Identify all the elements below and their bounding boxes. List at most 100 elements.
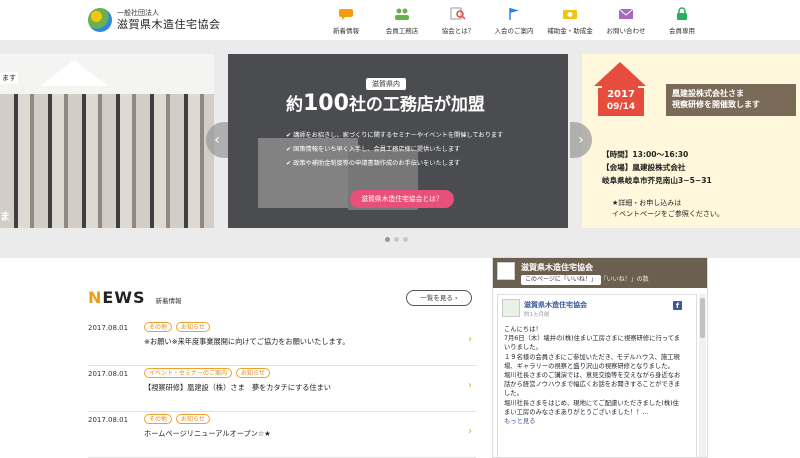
news-tag[interactable]: イベント・セミナーのご案内 xyxy=(144,368,233,378)
news-tags: その他 お知らせ xyxy=(144,414,214,424)
flag-icon xyxy=(486,6,542,20)
nav-member-only[interactable]: 会員専用 xyxy=(654,6,710,35)
facebook-like-button[interactable]: このページに「いいね！」 xyxy=(521,275,601,285)
news-item[interactable]: 2017.08.01 その他 お知らせ ホームページリニューアルオープン☆★ › xyxy=(88,412,476,458)
slider-dot-3[interactable] xyxy=(403,237,408,242)
news-tag[interactable]: お知らせ xyxy=(176,322,210,332)
news-section: N EWS 新着情報 一覧を見る › 2017.08.01 その他 お知らせ ※お… xyxy=(88,288,476,458)
chevron-right-icon: › xyxy=(468,334,472,345)
news-heading-first: N xyxy=(88,288,103,307)
nav-about[interactable]: 協会とは？ xyxy=(430,6,486,35)
event-address: 岐阜県岐阜市芥見南山3−5−31 xyxy=(602,176,712,185)
slide-headline-number: 100 xyxy=(303,91,349,116)
event-title-line1: 凰建設株式会社さま xyxy=(672,89,744,98)
news-subtitle: 新着情報 xyxy=(155,297,182,305)
slide-headline: 約100社の工務店が加盟 xyxy=(286,90,485,116)
news-date: 2017.08.01 xyxy=(88,416,129,424)
slider-pagination xyxy=(385,237,412,242)
people-icon xyxy=(374,6,430,20)
money-icon xyxy=(542,6,598,20)
facebook-page-name[interactable]: 滋賀県木造住宅協会 xyxy=(521,262,593,273)
facebook-cover: 滋賀県木造住宅協会 このページに「いいね！」 23「いいね！」の数 xyxy=(493,258,707,288)
nav-member-only-label: 会員専用 xyxy=(669,27,695,35)
nav-news-label: 新着情報 xyxy=(333,27,359,35)
news-text[interactable]: ※お願い※来年度事業展開に向けてご協力をお願いいたします。 xyxy=(144,337,349,347)
facebook-post-line: 7月6日（木）壊井の(株)住まい工房さまに視察研修に行ってまいりました。 xyxy=(504,335,681,352)
news-item[interactable]: 2017.08.01 その他 お知らせ ※お願い※来年度事業展開に向けてご協力を… xyxy=(88,320,476,366)
slide-left-caption: ます xyxy=(0,72,18,84)
site-header: 一般社団法人 滋賀県木造住宅協会 新着情報 会員工務店 協会とは？ 入会のご案内… xyxy=(0,0,800,40)
facebook-post-line: 堀川社長さまのご講演では、意見交換等を交えながら身近なお話から経営ノウハウまで幅… xyxy=(504,372,681,398)
facebook-scrollbar[interactable] xyxy=(699,294,706,457)
nav-contact-label: お問い合わせ xyxy=(606,27,646,35)
slide-group-photo[interactable]: ます ま xyxy=(0,54,214,228)
mail-icon xyxy=(598,6,654,20)
event-date-badge: 2017 09/14 xyxy=(598,88,644,116)
facebook-widget: 滋賀県木造住宅協会 このページに「いいね！」 23「いいね！」の数 滋賀県木造住… xyxy=(492,257,708,458)
nav-contact[interactable]: お問い合わせ xyxy=(598,6,654,35)
logo-text: 一般社団法人 滋賀県木造住宅協会 xyxy=(117,9,221,31)
megaphone-icon xyxy=(318,6,374,20)
news-tag[interactable]: お知らせ xyxy=(236,368,270,378)
about-association-button[interactable]: 滋賀県木造住宅協会とは？ xyxy=(350,190,454,208)
nav-about-label: 協会とは？ xyxy=(441,27,475,35)
event-year: 2017 xyxy=(607,89,635,100)
news-more-button[interactable]: 一覧を見る › xyxy=(406,290,472,306)
event-info: 【時間】13:00～16:30 【会場】凰建設株式会社 岐阜県岐阜市芥見南山3−… xyxy=(602,148,712,187)
news-date: 2017.08.01 xyxy=(88,324,129,332)
news-tag[interactable]: その他 xyxy=(144,414,173,424)
logo-org-name: 滋賀県木造住宅協会 xyxy=(117,18,221,31)
facebook-post-author[interactable]: 滋賀県木造住宅協会 xyxy=(524,300,587,310)
nav-join[interactable]: 入会のご案内 xyxy=(486,6,542,35)
news-text[interactable]: 【視察研修】凰建設（株）さま 夢をカタチにする住まい xyxy=(144,383,331,393)
slide-photo-people xyxy=(0,94,214,228)
news-tag[interactable]: その他 xyxy=(144,322,173,332)
event-note-line2: イベントページをご参照ください。 xyxy=(612,210,724,218)
event-note-line1: ★詳細・お申し込みは xyxy=(612,199,682,207)
nav-subsidy[interactable]: 補助金・助成金 xyxy=(542,6,598,35)
event-date: 09/14 xyxy=(606,102,636,112)
slide-bullet: 国策情報をいち早く入手し、会員工務店様に提供いたします xyxy=(286,143,503,157)
slider-dot-1[interactable] xyxy=(385,237,390,242)
facebook-like-count: 23「いいね！」の数 xyxy=(593,276,649,283)
slide-headline-post: 社の工務店が加盟 xyxy=(348,95,485,115)
event-time: 【時間】13:00～16:30 xyxy=(602,150,689,159)
facebook-page-thumb[interactable] xyxy=(497,262,515,280)
nav-members-label: 会員工務店 xyxy=(385,27,419,35)
nav-news[interactable]: 新着情報 xyxy=(318,6,374,35)
news-tags: その他 お知らせ xyxy=(144,322,214,332)
news-heading-rest: EWS xyxy=(102,288,146,307)
event-title-box: 凰建設株式会社さま 視察研修を開催致します xyxy=(666,84,796,116)
news-text[interactable]: ホームページリニューアルオープン☆★ xyxy=(144,429,271,439)
chevron-right-icon: › xyxy=(468,380,472,391)
slider-dot-2[interactable] xyxy=(394,237,399,242)
nav-subsidy-label: 補助金・助成金 xyxy=(547,27,593,35)
facebook-scrollbar-thumb[interactable] xyxy=(700,298,705,338)
news-item[interactable]: 2017.08.01 イベント・セミナーのご案内 お知らせ 【視察研修】凰建設（… xyxy=(88,366,476,412)
nav-join-label: 入会のご案内 xyxy=(494,27,534,35)
facebook-see-more-link[interactable]: もっと見る xyxy=(504,417,684,426)
slide-event[interactable]: 2017 09/14 凰建設株式会社さま 視察研修を開催致します 【時間】13:… xyxy=(582,54,800,228)
logo-mark-icon xyxy=(88,8,112,32)
magnifier-icon xyxy=(430,6,486,20)
slide-bullet: 講師をお招きし、家づくりに関するセミナーやイベントを開催しております xyxy=(286,129,503,143)
slide-bullet: 政策や補助金制度等の申請書類作成のお手伝いをいたします xyxy=(286,157,503,171)
news-list: 2017.08.01 その他 お知らせ ※お願い※来年度事業展開に向けてご協力を… xyxy=(88,320,476,458)
event-venue: 【会場】凰建設株式会社 xyxy=(602,163,686,172)
slide-bullet-list: 講師をお招きし、家づくりに関するセミナーやイベントを開催しております 国策情報を… xyxy=(286,129,503,171)
facebook-post-avatar[interactable] xyxy=(502,299,520,317)
logo-org-type: 一般社団法人 xyxy=(117,9,159,17)
site-logo[interactable]: 一般社団法人 滋賀県木造住宅協会 xyxy=(88,8,221,32)
facebook-post-time[interactable]: 約1ヵ月前 xyxy=(524,310,550,318)
slide-headline-pre: 約 xyxy=(286,95,303,115)
lock-icon xyxy=(654,6,710,20)
chevron-right-icon: › xyxy=(468,426,472,437)
slide-region-badge: 滋賀県内 xyxy=(366,78,406,90)
nav-members[interactable]: 会員工務店 xyxy=(374,6,430,35)
slide-main[interactable]: 滋賀県内 約100社の工務店が加盟 講師をお招きし、家づくりに関するセミナーやイ… xyxy=(228,54,568,228)
facebook-post: 滋賀県木造住宅協会 約1ヵ月前 f こんにちは！ 7月6日（木）壊井の(株)住ま… xyxy=(497,294,697,457)
news-tag[interactable]: お知らせ xyxy=(176,414,210,424)
facebook-post-body: こんにちは！ 7月6日（木）壊井の(株)住まい工房さまに視察研修に行ってまいりま… xyxy=(504,325,684,426)
facebook-logo-icon[interactable]: f xyxy=(673,301,682,310)
event-note: ★詳細・お申し込みは イベントページをご参照ください。 xyxy=(612,198,724,220)
